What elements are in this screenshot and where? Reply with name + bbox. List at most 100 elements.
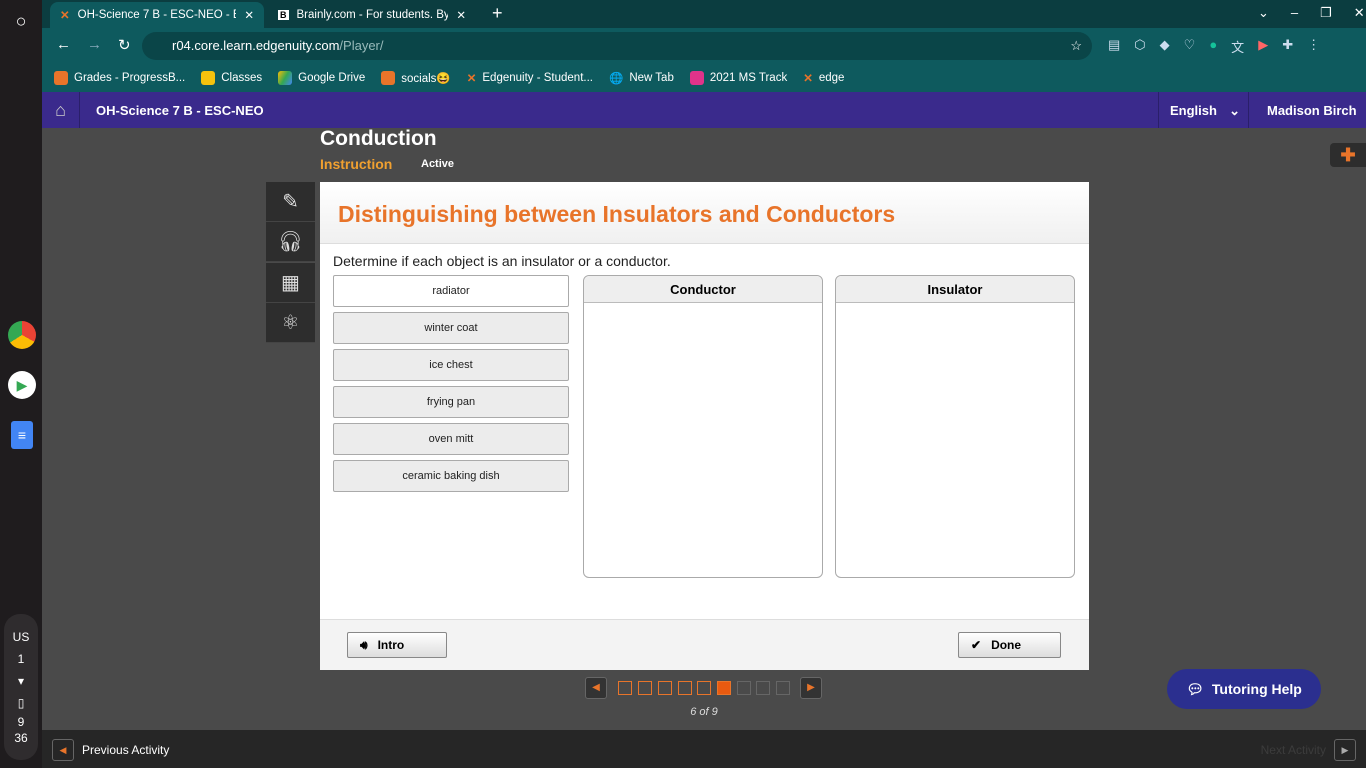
menu-icon[interactable]: ⋮ xyxy=(1307,37,1320,56)
bookmark[interactable]: socials😆 xyxy=(381,71,451,85)
extension-icon[interactable]: ▶ xyxy=(1258,37,1268,56)
draggable-item[interactable]: ceramic baking dish xyxy=(333,460,569,492)
bookmarks-bar: Grades - ProgressB... Classes Google Dri… xyxy=(42,64,1366,92)
activity-heading: Distinguishing between Insulators and Co… xyxy=(338,201,896,227)
extension-icon[interactable]: ⬡ xyxy=(1134,37,1145,56)
bin-header: Conductor xyxy=(584,276,822,303)
clock-hour: 9 xyxy=(17,715,25,729)
status-tray[interactable]: US 1 ▾ ▯ 9 36 xyxy=(4,614,38,760)
close-window-button[interactable]: ✕ xyxy=(1354,5,1365,21)
lesson-title: Conduction xyxy=(320,127,437,150)
course-header: ⌂ OH-Science 7 B - ESC-NEO English ⌄ Madi… xyxy=(42,92,1366,128)
page-2[interactable] xyxy=(638,681,652,695)
next-page-button[interactable]: ▶ xyxy=(800,677,822,699)
activity-card: Distinguishing between Insulators and Co… xyxy=(320,182,1089,670)
forward-icon[interactable]: → xyxy=(87,36,102,54)
url-path: /Player/ xyxy=(339,38,384,53)
status-label: Active xyxy=(421,158,455,170)
insulator-drop-zone[interactable]: Insulator xyxy=(835,275,1075,578)
extensions-puzzle-icon[interactable]: ✚ xyxy=(1282,37,1293,56)
tab-strip: ✕ OH-Science 7 B - ESC-NEO - Edgenuity ✕ B… xyxy=(42,0,1366,28)
play-store-icon[interactable]: ▶ xyxy=(8,371,36,399)
draggable-item[interactable]: ice chest xyxy=(333,349,569,381)
bookmark-star-icon[interactable]: ☆ xyxy=(1070,32,1082,60)
clock-minute: 36 xyxy=(14,731,28,745)
minimize-button[interactable]: – xyxy=(1291,5,1298,21)
notification-count: 1 xyxy=(17,652,25,666)
course-title: OH-Science 7 B - ESC-NEO xyxy=(96,103,264,118)
tab-brainly[interactable]: B Brainly.com - For students. By students… xyxy=(268,2,476,28)
home-icon[interactable]: ⌂ xyxy=(42,92,80,128)
bookmark[interactable]: Grades - ProgressB... xyxy=(54,71,185,85)
pencil-tool-icon[interactable]: ✎ xyxy=(266,182,315,222)
launcher-icon[interactable]: ○ xyxy=(8,8,34,34)
page-3[interactable] xyxy=(658,681,672,695)
next-activity-button[interactable]: Next Activity ▶ xyxy=(1261,739,1356,761)
language-select[interactable]: English ⌄ xyxy=(1158,92,1248,128)
close-tab-icon[interactable]: ✕ xyxy=(456,8,466,22)
bin-header: Insulator xyxy=(836,276,1074,303)
chat-bubble-icon: 💬︎ xyxy=(1186,680,1204,697)
prev-page-button[interactable]: ◀ xyxy=(585,677,607,699)
extension-icon[interactable]: ▤ xyxy=(1108,37,1120,56)
expand-plus-button[interactable]: ✚ xyxy=(1330,143,1366,167)
locale: US xyxy=(12,630,30,644)
battery-icon: ▯ xyxy=(17,696,25,710)
draggable-item[interactable]: frying pan xyxy=(333,386,569,418)
tab-instruction[interactable]: Instruction xyxy=(320,156,392,172)
tab-title: OH-Science 7 B - ESC-NEO - Edgenuity xyxy=(77,9,237,21)
brainly-favicon: B xyxy=(278,10,289,20)
page-1[interactable] xyxy=(618,681,632,695)
footer-bar: ◀ Previous Activity Next Activity ▶ xyxy=(42,730,1366,768)
docs-icon[interactable]: ≡ xyxy=(11,421,33,449)
grammarly-icon[interactable]: ● xyxy=(1209,37,1217,56)
done-button[interactable]: ✔ Done xyxy=(958,632,1061,658)
right-arrow-icon: ▶ xyxy=(1334,739,1356,761)
address-bar[interactable]: r04.core.learn.edgenuity.com/Player/ ☆ xyxy=(142,32,1092,60)
calculator-tool-icon[interactable]: ▦ xyxy=(266,263,315,303)
bookmark[interactable]: ✕ edge xyxy=(803,71,844,85)
draggable-item[interactable]: winter coat xyxy=(333,312,569,344)
tutoring-help-button[interactable]: 💬︎ Tutoring Help xyxy=(1167,669,1321,709)
back-icon[interactable]: ← xyxy=(56,36,71,54)
page-6-current[interactable] xyxy=(717,681,731,695)
edgenuity-favicon: ✕ xyxy=(60,10,70,22)
intro-button[interactable]: 🔊︎ Intro xyxy=(347,632,447,658)
checkmark-icon: ✔ xyxy=(971,638,982,652)
bookmark[interactable]: 2021 MS Track xyxy=(689,71,787,85)
page-7[interactable] xyxy=(737,681,751,695)
chrome-app-icon[interactable] xyxy=(8,321,36,349)
conductor-drop-zone[interactable]: Conductor xyxy=(583,275,823,578)
user-menu[interactable]: Madison Birch xyxy=(1248,92,1366,128)
bookmark[interactable]: Classes xyxy=(201,71,262,85)
profile-menu-icon[interactable]: ⌄ xyxy=(1258,5,1269,21)
bookmark[interactable]: Google Drive xyxy=(278,71,365,85)
headphones-tool-icon[interactable]: 🎧︎ xyxy=(266,222,315,262)
atom-tool-icon[interactable]: ⚛ xyxy=(266,303,315,343)
translate-icon[interactable]: 文 xyxy=(1231,37,1244,56)
extension-icon[interactable]: ♡ xyxy=(1184,37,1196,56)
reload-icon[interactable]: ↻ xyxy=(118,36,131,54)
page-4[interactable] xyxy=(678,681,692,695)
speaker-icon: 🔊︎ xyxy=(360,637,368,652)
activity-prompt: Determine if each object is an insulator… xyxy=(333,253,671,269)
close-tab-icon[interactable]: ✕ xyxy=(244,8,254,22)
left-arrow-icon: ◀ xyxy=(52,739,74,761)
os-shelf: ○ ▶ ≡ US 1 ▾ ▯ 9 36 xyxy=(0,0,42,768)
url-host: r04.core.learn.edgenuity.com xyxy=(172,38,340,53)
browser-toolbar: ← → ↻ r04.core.learn.edgenuity.com/Player/… xyxy=(42,28,1366,64)
tab-title: Brainly.com - For students. By students. xyxy=(296,9,449,21)
page-8[interactable] xyxy=(756,681,770,695)
bookmark[interactable]: ✕ Edgenuity - Student... xyxy=(467,71,593,85)
draggable-item[interactable]: radiator xyxy=(333,275,569,307)
draggable-item[interactable]: oven mitt xyxy=(333,423,569,455)
new-tab-button[interactable]: + xyxy=(492,3,503,24)
tab-edgenuity[interactable]: ✕ OH-Science 7 B - ESC-NEO - Edgenuity ✕ xyxy=(50,2,264,28)
restore-button[interactable]: ❐ xyxy=(1320,5,1332,21)
previous-activity-button[interactable]: ◀ Previous Activity xyxy=(52,739,169,761)
bookmark[interactable]: 🌐 New Tab xyxy=(609,71,674,85)
page-9[interactable] xyxy=(776,681,790,695)
page-5[interactable] xyxy=(697,681,711,695)
extension-icon[interactable]: ◆ xyxy=(1160,37,1170,56)
wifi-icon: ▾ xyxy=(17,674,25,688)
